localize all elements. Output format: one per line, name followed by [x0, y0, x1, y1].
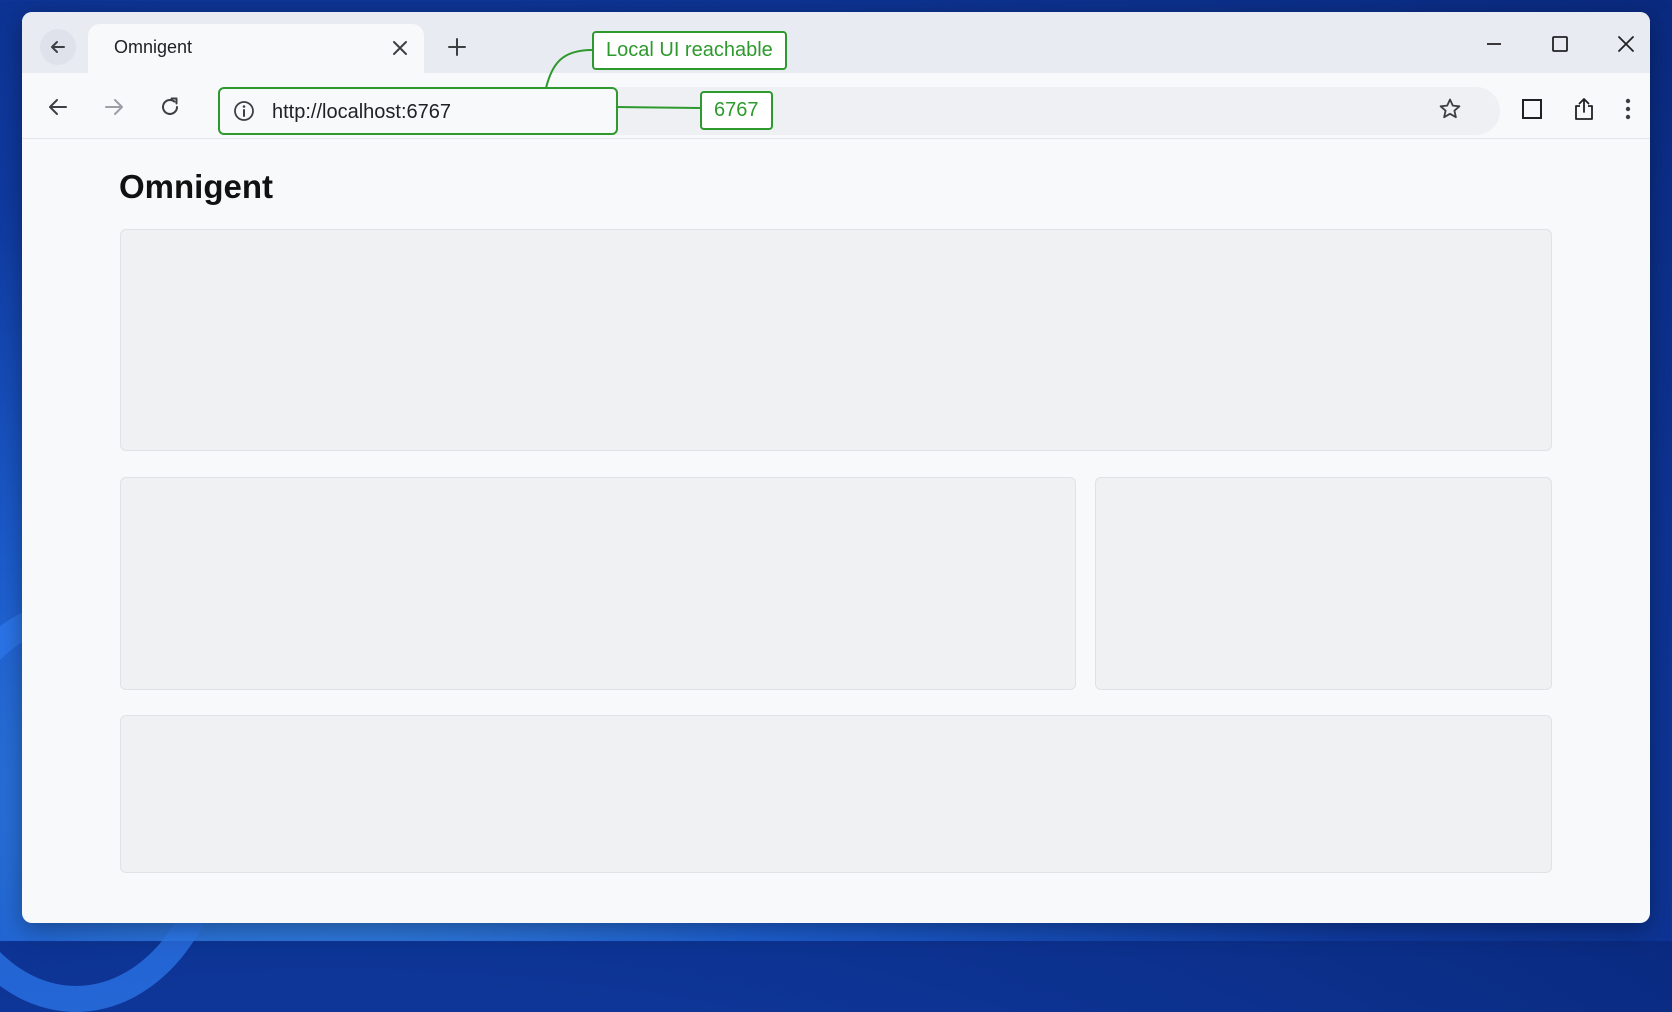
forward-arrow-icon — [105, 99, 123, 115]
site-info-button[interactable] — [232, 99, 256, 123]
browser-menu-button[interactable] — [1616, 93, 1640, 125]
forward-button[interactable] — [96, 89, 132, 125]
tab-strip: Omnigent — [22, 12, 1650, 73]
tab-omnigent[interactable]: Omnigent — [88, 24, 424, 73]
window-maximize-button[interactable] — [1542, 26, 1578, 62]
tab-close-button[interactable] — [386, 34, 414, 62]
info-icon — [234, 101, 254, 121]
annotation-local-ui-reachable: Local UI reachable — [592, 31, 787, 70]
plus-icon — [448, 38, 466, 56]
content-panel-bottom — [120, 715, 1552, 873]
kebab-menu-icon — [1625, 98, 1631, 120]
minimize-icon — [1487, 43, 1501, 45]
reload-button[interactable] — [152, 89, 188, 125]
back-arrow-icon — [51, 41, 65, 53]
share-button[interactable] — [1568, 93, 1600, 125]
window-minimize-button[interactable] — [1476, 26, 1512, 62]
content-panel-middle-right — [1095, 477, 1552, 690]
browser-window: Omnigent http://localhost:6767 Local UI … — [22, 12, 1650, 923]
tab-search-back-button[interactable] — [40, 29, 76, 65]
content-panel-top — [120, 229, 1552, 451]
close-icon — [1618, 36, 1634, 52]
reload-icon — [162, 97, 178, 115]
star-icon — [1439, 98, 1461, 119]
window-close-button[interactable] — [1608, 26, 1644, 62]
side-panel-button[interactable] — [1516, 93, 1548, 125]
back-button[interactable] — [40, 89, 76, 125]
close-icon — [393, 41, 407, 55]
annotation-port: 6767 — [700, 91, 773, 130]
maximize-icon — [1552, 36, 1568, 52]
browser-toolbar: http://localhost:6767 — [22, 73, 1650, 139]
url-field[interactable]: http://localhost:6767 — [218, 87, 618, 135]
page-title: Omnigent — [119, 168, 273, 205]
tab-title: Omnigent — [114, 37, 193, 57]
new-tab-button[interactable] — [442, 32, 472, 62]
side-panel-icon — [1522, 99, 1542, 119]
bookmark-button[interactable] — [1434, 93, 1466, 125]
share-icon — [1575, 98, 1593, 120]
back-arrow-icon — [49, 99, 67, 115]
url-text: http://localhost:6767 — [272, 101, 452, 123]
content-panel-middle-left — [120, 477, 1076, 690]
